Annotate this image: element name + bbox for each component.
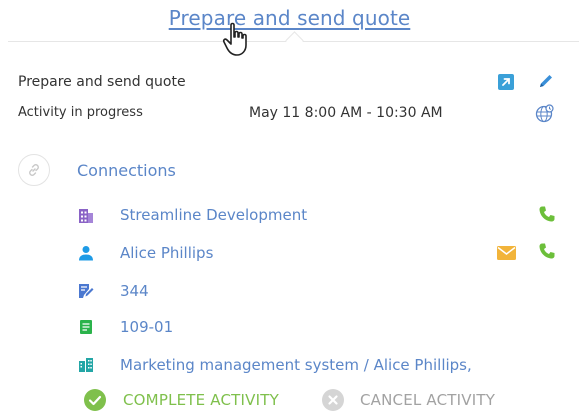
phone-icon[interactable]: [538, 205, 556, 223]
activity-title-link[interactable]: Prepare and send quote: [0, 6, 579, 30]
complete-activity-label[interactable]: COMPLETE ACTIVITY: [123, 391, 279, 409]
document-icon: [80, 320, 92, 334]
link-chain-icon: [29, 164, 39, 176]
activity-subject: Prepare and send quote: [18, 74, 186, 90]
connection-account-link[interactable]: Streamline Development: [120, 206, 307, 224]
contact-icon: [79, 246, 93, 261]
email-envelope-icon[interactable]: [497, 246, 516, 260]
hand-cursor-icon: [222, 22, 247, 56]
connections-icon-circle: [18, 154, 50, 186]
check-circle-icon: [84, 389, 106, 411]
activity-status: Activity in progress: [18, 105, 143, 120]
connection-document-link[interactable]: 109-01: [120, 318, 173, 336]
cancel-x-circle-icon: [322, 389, 344, 411]
activity-dates: May 11 8:00 AM - 10:30 AM: [249, 105, 443, 121]
connections-label: Connections: [77, 161, 176, 180]
cancel-activity-label[interactable]: CANCEL ACTIVITY: [360, 391, 495, 409]
timezone-globe-icon[interactable]: [535, 104, 554, 123]
edit-pencil-icon[interactable]: [538, 73, 554, 89]
popup-pointer: [285, 31, 304, 50]
project-icon: [79, 358, 93, 372]
connection-opportunity-link[interactable]: 344: [120, 282, 149, 300]
connection-contact-link[interactable]: Alice Phillips: [120, 244, 213, 262]
open-card-icon[interactable]: [498, 74, 514, 90]
opportunity-icon: [79, 284, 94, 298]
account-icon: [79, 209, 93, 223]
connection-project-link[interactable]: Marketing management system / Alice Phil…: [120, 356, 472, 374]
phone-icon[interactable]: [538, 242, 556, 260]
